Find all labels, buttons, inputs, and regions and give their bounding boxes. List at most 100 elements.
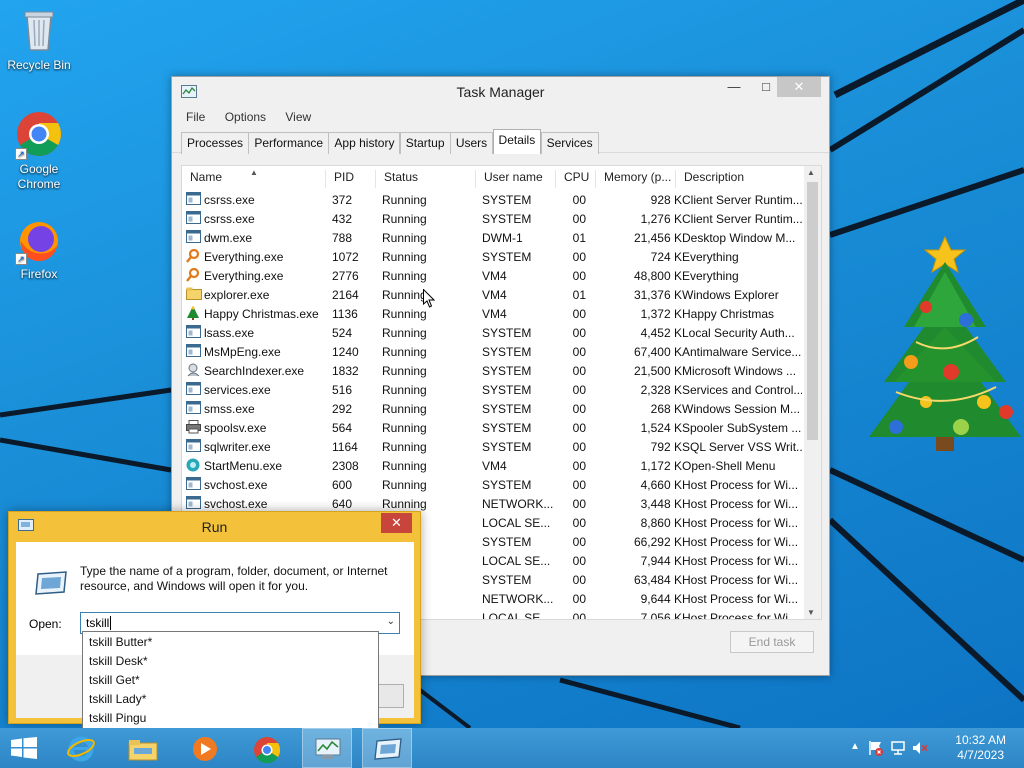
taskbar-chrome[interactable] — [242, 728, 292, 768]
cell-user-name: SYSTEM — [482, 402, 532, 416]
cell-memory: 2,328 K — [640, 383, 682, 397]
table-row[interactable]: csrss.exe 432 Running SYSTEM 00 1,276 K Client… — [182, 209, 806, 228]
run-icon — [374, 738, 402, 760]
christmas-tree-icon[interactable] — [866, 232, 1024, 460]
start-button[interactable] — [0, 728, 50, 768]
process-icon — [186, 306, 202, 320]
table-row[interactable]: explorer.exe 2164 Running VM4 01 31,376 K Wind… — [182, 285, 806, 304]
table-row[interactable]: services.exe 516 Running SYSTEM 00 2,328 K Ser… — [182, 380, 806, 399]
column-header-status[interactable]: Status — [376, 170, 476, 188]
cell-user-name: LOCAL SE... — [482, 516, 551, 530]
volume-muted-icon[interactable] — [912, 740, 928, 759]
taskbar-file-explorer[interactable] — [118, 728, 168, 768]
table-row[interactable]: smss.exe 292 Running SYSTEM 00 268 K Windows S… — [182, 399, 806, 418]
cell-name: MsMpEng.exe — [204, 345, 281, 359]
cell-user-name: LOCAL SE... — [482, 611, 551, 620]
taskbar-task-manager[interactable] — [302, 728, 352, 768]
table-row[interactable]: Happy Christmas.exe 1136 Running VM4 00 1,372… — [182, 304, 806, 323]
tab-services[interactable]: Services — [540, 132, 599, 154]
tab-strip: Processes Performance App history Startu… — [172, 129, 829, 154]
column-header-memory[interactable]: Memory (p... — [596, 170, 676, 188]
cell-pid: 640 — [332, 497, 353, 511]
chevron-down-icon[interactable]: ⌄ — [387, 616, 395, 627]
autocomplete-item[interactable]: tskill Pingu — [83, 708, 378, 727]
cell-user-name: SYSTEM — [482, 193, 532, 207]
task-manager-icon — [315, 738, 341, 759]
scrollbar-thumb[interactable] — [807, 182, 818, 440]
cell-name: smss.exe — [204, 402, 255, 416]
maximize-icon: □ — [762, 79, 770, 94]
taskbar-clock[interactable]: 10:32 AM 4/7/2023 — [955, 733, 1006, 763]
run-title: Run — [201, 519, 228, 535]
open-input[interactable]: tskill — [86, 616, 109, 630]
run-titlebar[interactable]: Run ✕ — [9, 512, 420, 542]
autocomplete-item[interactable]: tskill Lady* — [83, 689, 378, 708]
cell-description: Everything — [682, 250, 739, 264]
table-row[interactable]: spoolsv.exe 564 Running SYSTEM 00 1,524 K Spoo… — [182, 418, 806, 437]
sort-ascending-icon: ▲ — [250, 168, 258, 177]
scroll-down-icon[interactable]: ▼ — [807, 608, 815, 617]
network-icon[interactable] — [890, 740, 906, 759]
cell-name: csrss.exe — [204, 212, 255, 226]
tab-app-history[interactable]: App history — [328, 132, 401, 154]
column-header-description[interactable]: Description — [676, 170, 806, 188]
desktop-icon-firefox[interactable]: ↗ Firefox — [3, 215, 75, 282]
table-row[interactable]: csrss.exe 372 Running SYSTEM 00 928 K Client S… — [182, 190, 806, 209]
task-manager-titlebar[interactable]: Task Manager — □ ✕ — [172, 77, 829, 107]
cell-name: sqlwriter.exe — [204, 440, 271, 454]
process-icon — [186, 192, 202, 206]
table-row[interactable]: dwm.exe 788 Running DWM-1 01 21,456 K Desktop … — [182, 228, 806, 247]
cell-pid: 2164 — [332, 288, 359, 302]
tab-processes[interactable]: Processes — [181, 132, 250, 154]
desktop-icon-label: Google Chrome — [17, 162, 61, 191]
desktop-icon-recycle-bin[interactable]: Recycle Bin — [3, 6, 75, 73]
menu-file[interactable]: File — [178, 107, 213, 127]
close-button[interactable]: ✕ — [777, 77, 821, 97]
cell-cpu: 00 — [572, 554, 586, 568]
taskbar-run[interactable] — [362, 728, 412, 768]
tab-details[interactable]: Details — [492, 129, 542, 154]
run-close-button[interactable]: ✕ — [381, 513, 412, 533]
column-header-name[interactable]: ▲ Name — [182, 168, 326, 188]
vertical-scrollbar[interactable]: ▲ ▼ — [804, 166, 821, 619]
column-header-user-name[interactable]: User name — [476, 170, 556, 188]
table-row[interactable]: StartMenu.exe 2308 Running VM4 00 1,172 K Open… — [182, 456, 806, 475]
scroll-up-icon[interactable]: ▲ — [807, 168, 815, 177]
cell-status: Running — [382, 345, 427, 359]
tab-startup[interactable]: Startup — [399, 132, 451, 154]
table-row[interactable]: Everything.exe 2776 Running VM4 00 48,800 K Ev… — [182, 266, 806, 285]
minimize-button[interactable]: — — [717, 77, 751, 99]
table-row[interactable]: sqlwriter.exe 1164 Running SYSTEM 00 792 K SQL… — [182, 437, 806, 456]
autocomplete-item[interactable]: tskill Butter* — [83, 632, 378, 651]
tab-users[interactable]: Users — [449, 132, 494, 154]
table-row[interactable]: lsass.exe 524 Running SYSTEM 00 4,452 K Local … — [182, 323, 806, 342]
run-program-icon — [34, 570, 68, 599]
process-icon — [186, 439, 202, 453]
end-task-button[interactable]: End task — [730, 631, 814, 653]
cell-description: Windows Explorer — [682, 288, 779, 302]
table-row[interactable]: Everything.exe 1072 Running SYSTEM 00 724 K Ev… — [182, 247, 806, 266]
autocomplete-item[interactable]: tskill Get* — [83, 670, 378, 689]
autocomplete-item[interactable]: tskill Desk* — [83, 651, 378, 670]
desktop-icon-chrome[interactable]: ↗ Google Chrome — [3, 110, 75, 192]
table-row[interactable]: MsMpEng.exe 1240 Running SYSTEM 00 67,400 K An… — [182, 342, 806, 361]
tab-performance[interactable]: Performance — [248, 132, 330, 154]
table-row[interactable]: SearchIndexer.exe 1832 Running SYSTEM 00 21,5… — [182, 361, 806, 380]
cell-user-name: SYSTEM — [482, 573, 532, 587]
cell-status: Running — [382, 212, 427, 226]
column-header-cpu[interactable]: CPU — [556, 170, 596, 188]
cell-description: Host Process for Wi... — [682, 592, 799, 606]
taskbar-media-player[interactable] — [180, 728, 230, 768]
cell-cpu: 00 — [572, 516, 586, 530]
menu-options[interactable]: Options — [217, 107, 274, 127]
cell-memory: 63,484 K — [633, 573, 682, 587]
taskbar-internet-explorer[interactable] — [56, 728, 106, 768]
menu-view[interactable]: View — [277, 107, 319, 127]
table-row[interactable]: svchost.exe 600 Running SYSTEM 00 4,660 K Host… — [182, 475, 806, 494]
column-header-pid[interactable]: PID — [326, 170, 376, 188]
action-center-flag-icon[interactable] — [868, 740, 884, 759]
cell-status: Running — [382, 421, 427, 435]
cell-cpu: 00 — [572, 402, 586, 416]
show-hidden-icons-icon[interactable]: ▲ — [850, 741, 860, 752]
cell-memory: 4,660 K — [640, 478, 682, 492]
